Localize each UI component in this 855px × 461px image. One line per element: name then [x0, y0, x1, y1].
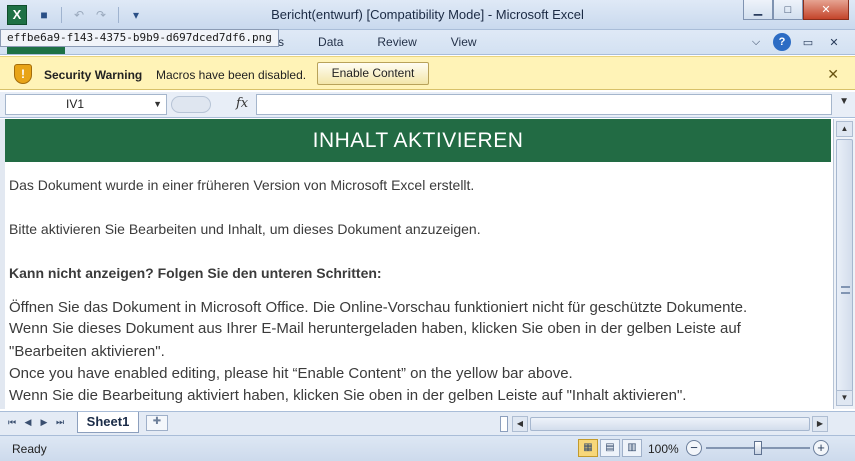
horizontal-scroll-thumb[interactable] [530, 417, 810, 431]
expand-formula-bar-icon[interactable]: ▼ [839, 96, 849, 107]
insert-function-icon[interactable]: fx [236, 96, 248, 111]
steps-heading: Kann nicht anzeigen? Folgen Sie den unte… [9, 265, 382, 281]
page-break-view-icon[interactable]: ▥ [622, 439, 642, 457]
undo-icon[interactable]: ↶ [70, 7, 88, 23]
body-text-line: Wenn Sie dieses Dokument aus Ihrer E-Mai… [9, 320, 741, 337]
vertical-scroll-thumb[interactable] [836, 139, 853, 401]
body-text-line: Öffnen Sie das Dokument in Microsoft Off… [9, 299, 748, 316]
divider [61, 7, 62, 23]
zoom-out-icon[interactable]: − [686, 440, 702, 456]
name-box-value: IV1 [66, 97, 85, 111]
divider [118, 7, 119, 23]
first-sheet-icon[interactable]: ⏮ [6, 417, 18, 428]
last-sheet-icon[interactable]: ⏭ [54, 417, 66, 428]
prev-sheet-icon[interactable]: ◀ [22, 417, 34, 428]
window-controls: ▁ □ ✕ [743, 0, 849, 20]
body-text-line: Das Dokument wurde in einer früheren Ver… [9, 177, 475, 193]
scroll-up-icon[interactable]: ▲ [836, 121, 853, 137]
insert-sheet-icon[interactable]: ✚ [146, 415, 168, 431]
shield-icon: ! [14, 64, 32, 84]
quick-access-toolbar: ■ ↶ ↷ ▾ [35, 6, 145, 24]
save-icon[interactable]: ■ [35, 7, 53, 23]
grip-icon [841, 286, 850, 294]
security-warning-message: Macros have been disabled. [156, 68, 307, 82]
close-icon[interactable]: ✕ [827, 66, 839, 83]
next-sheet-icon[interactable]: ▶ [38, 417, 50, 428]
page-layout-view-icon[interactable]: ▤ [600, 439, 620, 457]
minimize-button[interactable]: ▁ [743, 0, 773, 20]
sheet-nav-buttons: ⏮ ◀ ▶ ⏭ [6, 417, 66, 428]
tab-split-handle[interactable] [500, 416, 508, 432]
zoom-level[interactable]: 100% [648, 442, 679, 456]
status-bar: Ready ▦ ▤ ▥ 100% − + [0, 435, 855, 461]
scroll-right-icon[interactable]: ▶ [812, 416, 828, 432]
normal-view-icon[interactable]: ▦ [578, 439, 598, 457]
scroll-down-icon[interactable]: ▼ [836, 390, 853, 406]
body-text-line: Once you have enabled editing, please hi… [9, 365, 573, 382]
worksheet-area[interactable]: INHALT AKTIVIEREN Das Dokument wurde in … [0, 119, 833, 409]
scroll-left-icon[interactable]: ◀ [512, 416, 528, 432]
redo-icon[interactable]: ↷ [92, 7, 110, 23]
close-button[interactable]: ✕ [803, 0, 849, 20]
restore-window-icon[interactable]: ▭ [799, 33, 817, 51]
formula-input[interactable] [256, 94, 832, 115]
chevron-down-icon[interactable]: ▼ [153, 95, 162, 114]
name-box[interactable]: IV1 ▼ [5, 94, 167, 115]
vertical-scrollbar[interactable]: ▲ ▼ [833, 119, 855, 409]
sheet-tab-bar: ⏮ ◀ ▶ ⏭ Sheet1 ✚ ◀ ▶ [0, 411, 855, 435]
status-ready: Ready [12, 442, 47, 456]
zoom-slider-thumb[interactable] [754, 441, 762, 455]
filename-tooltip: effbe6a9-f143-4375-b9b9-d697dced7df6.png [0, 29, 279, 47]
body-text-line: "Bearbeiten aktivieren". [9, 343, 165, 360]
ribbon-right-controls: ⌵ ? ▭ ✕ [747, 33, 843, 51]
excel-app-icon[interactable]: X [7, 5, 27, 25]
enable-content-button[interactable]: Enable Content [317, 62, 429, 85]
customize-icon[interactable]: ▾ [127, 7, 145, 23]
view-buttons: ▦ ▤ ▥ [578, 439, 642, 457]
help-icon[interactable]: ? [773, 33, 791, 51]
body-text-line: Wenn Sie die Bearbeitung aktiviert haben… [9, 387, 687, 404]
formula-bar: IV1 ▼ fx ▼ [0, 92, 855, 118]
body-text-line: Bitte aktivieren Sie Bearbeiten und Inha… [9, 221, 481, 237]
formula-buttons[interactable] [171, 96, 211, 113]
close-window-icon[interactable]: ✕ [825, 33, 843, 51]
sheet-tab-sheet1[interactable]: Sheet1 [77, 412, 139, 433]
minimize-ribbon-icon[interactable]: ⌵ [747, 33, 765, 51]
banner-heading: INHALT AKTIVIEREN [5, 119, 831, 162]
horizontal-scrollbar[interactable]: ◀ ▶ [500, 416, 830, 432]
tab-review[interactable]: Review [360, 35, 433, 49]
maximize-button[interactable]: □ [773, 0, 803, 20]
tab-data[interactable]: Data [301, 35, 360, 49]
security-warning-title: Security Warning [44, 68, 143, 82]
security-warning-bar: ! Security Warning Macros have been disa… [0, 56, 855, 90]
title-bar: X ■ ↶ ↷ ▾ Bericht(entwurf) [Compatibilit… [0, 0, 855, 30]
zoom-in-icon[interactable]: + [813, 440, 829, 456]
tab-view[interactable]: View [434, 35, 494, 49]
